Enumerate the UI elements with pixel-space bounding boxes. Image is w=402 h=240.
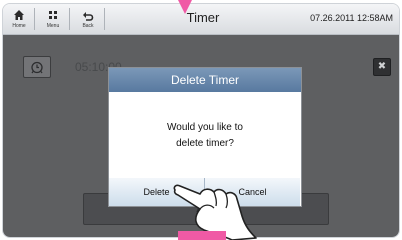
alarm-clock-icon (31, 61, 43, 74)
home-icon (14, 10, 24, 20)
close-icon[interactable]: ✖ (373, 58, 391, 76)
nav-divider (104, 8, 105, 30)
home-label: Home (12, 23, 26, 29)
back-arrow-icon (83, 12, 94, 21)
nav-divider (69, 8, 70, 30)
dialog-message: Would you like to delete timer? (109, 120, 301, 152)
dialog-message-line2: delete timer? (176, 138, 234, 149)
dialog-title: Delete Timer (109, 68, 301, 92)
back-label: Back (82, 23, 94, 29)
menu-label: Menu (46, 23, 60, 29)
page-title: Timer (186, 10, 220, 25)
highlight-marker-bottom (178, 231, 226, 240)
top-bar: Home Menu Back Timer 07.26.2011 12:58AM (3, 4, 399, 35)
menu-grid-icon (49, 11, 57, 19)
home-button[interactable]: Home (6, 4, 32, 34)
menu-button[interactable]: Menu (40, 4, 66, 34)
timer-item-icon[interactable] (23, 56, 51, 78)
datetime-display: 07.26.2011 12:58AM (310, 13, 393, 23)
nav-divider (34, 8, 35, 30)
back-button[interactable]: Back (75, 4, 101, 34)
dialog-message-line1: Would you like to (167, 122, 243, 133)
